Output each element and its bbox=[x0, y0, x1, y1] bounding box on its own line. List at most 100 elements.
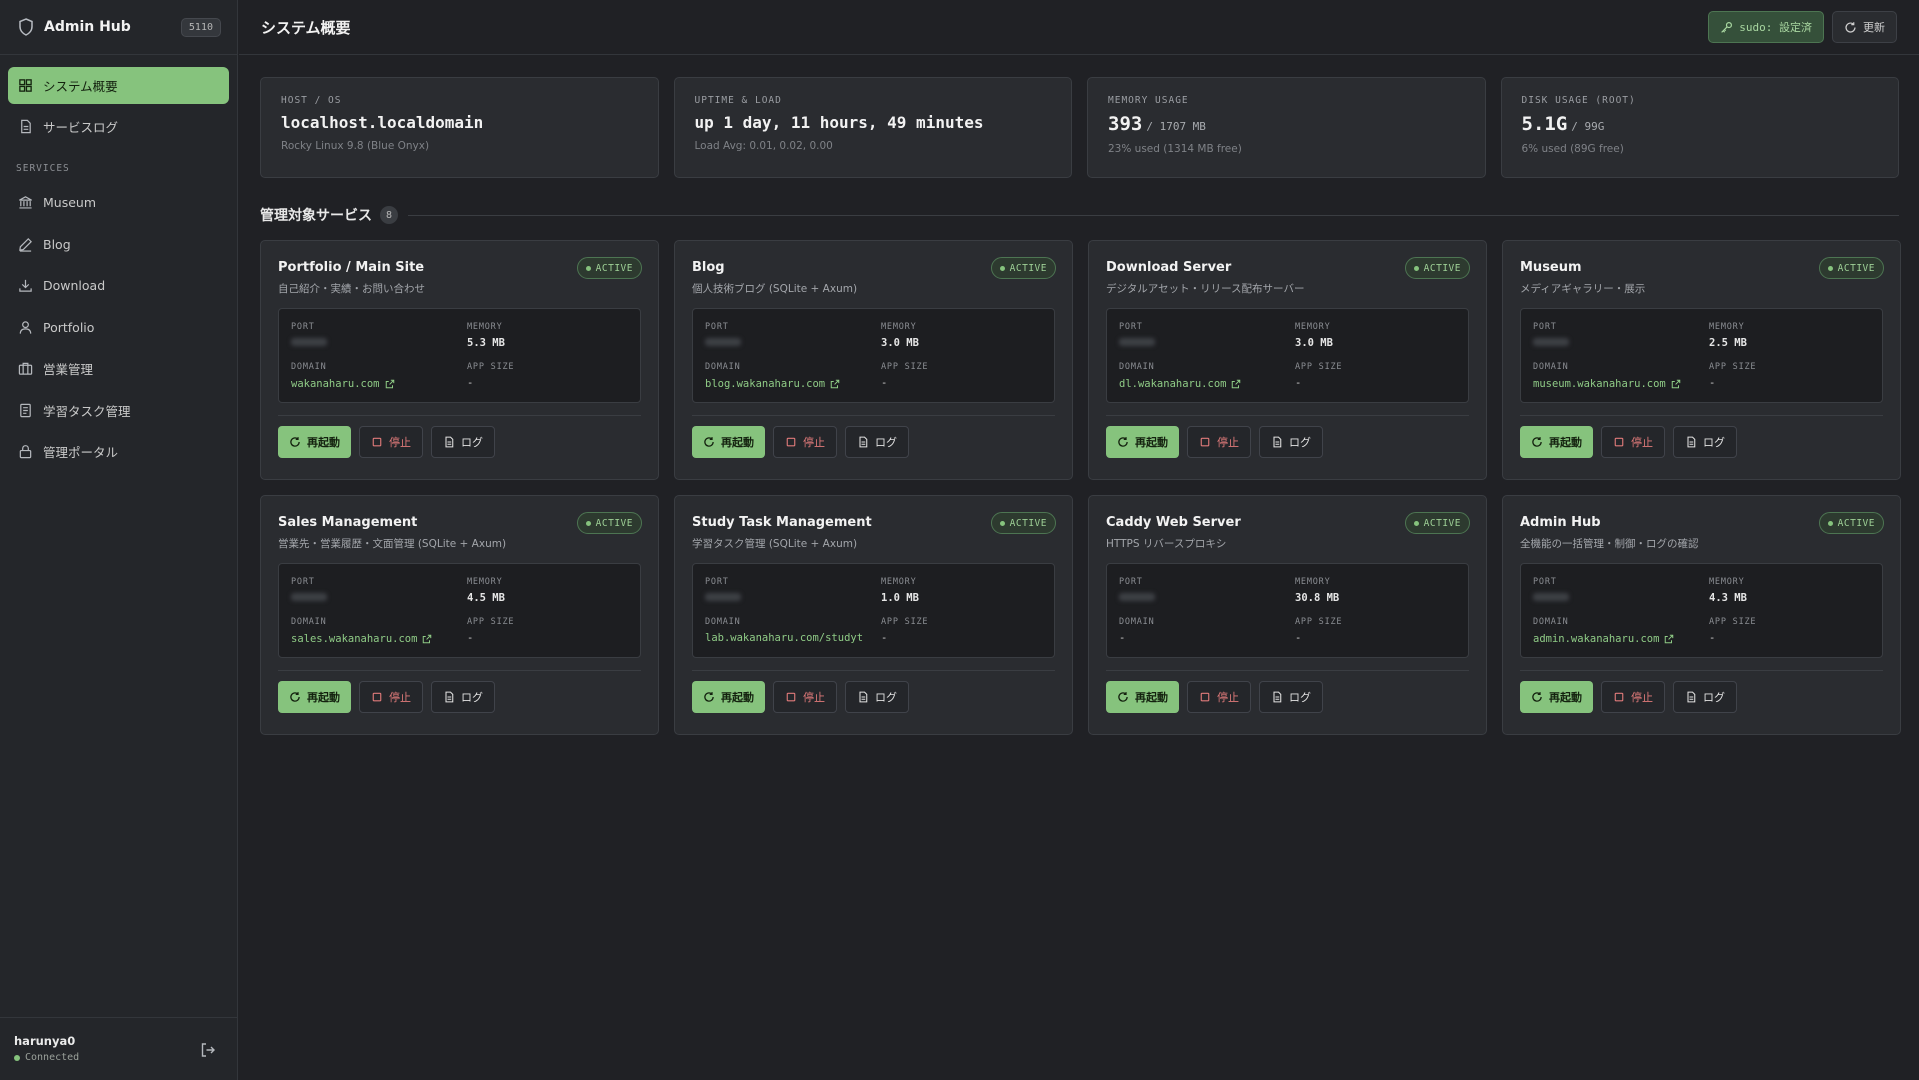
nav-item-admin-portal[interactable]: 管理ポータル bbox=[8, 431, 229, 473]
nav-item-sales[interactable]: 営業管理 bbox=[8, 348, 229, 390]
memory-cell: MEMORY 2.5 MB bbox=[1709, 322, 1870, 362]
domain-link[interactable]: dl.wakanaharu.com bbox=[1119, 377, 1295, 390]
stop-icon bbox=[372, 692, 382, 702]
card-divider bbox=[692, 670, 1055, 671]
document-icon bbox=[1273, 436, 1282, 448]
key-icon bbox=[1721, 21, 1733, 33]
download-icon bbox=[19, 280, 32, 292]
nav-item-download[interactable]: Download bbox=[8, 265, 229, 307]
stop-icon bbox=[1200, 437, 1210, 447]
domain-link[interactable]: blog.wakanaharu.com bbox=[705, 377, 881, 390]
restart-button[interactable]: 再起動 bbox=[278, 681, 351, 713]
restart-button[interactable]: 再起動 bbox=[278, 426, 351, 458]
status-dot-icon bbox=[14, 1054, 20, 1061]
domain-text: wakanaharu.com bbox=[291, 377, 380, 390]
nav-item-museum[interactable]: Museum bbox=[8, 182, 229, 224]
stop-button[interactable]: 停止 bbox=[1601, 426, 1665, 458]
log-button[interactable]: ログ bbox=[1259, 426, 1323, 458]
stop-button[interactable]: 停止 bbox=[1187, 681, 1251, 713]
redacted-port bbox=[291, 338, 327, 346]
domain-link[interactable]: wakanaharu.com bbox=[291, 377, 467, 390]
domain-label: DOMAIN bbox=[1533, 362, 1569, 372]
port-label: PORT bbox=[291, 577, 315, 587]
log-button[interactable]: ログ bbox=[1259, 681, 1323, 713]
refresh-button[interactable]: 更新 bbox=[1832, 11, 1897, 43]
restart-button[interactable]: 再起動 bbox=[1106, 426, 1179, 458]
restart-button[interactable]: 再起動 bbox=[692, 681, 765, 713]
domain-link[interactable]: lab.wakanaharu.com/studyt bbox=[705, 632, 881, 645]
domain-link[interactable]: sales.wakanaharu.com bbox=[291, 632, 467, 645]
refresh-icon bbox=[1118, 692, 1128, 702]
stop-button[interactable]: 停止 bbox=[1601, 681, 1665, 713]
stop-button[interactable]: 停止 bbox=[359, 426, 423, 458]
nav-label: サービスログ bbox=[43, 120, 119, 135]
user-name: harunya0 bbox=[14, 1034, 76, 1048]
restart-label: 再起動 bbox=[307, 691, 340, 704]
app-size-value: - bbox=[881, 377, 888, 389]
service-description: HTTPS リバースプロキシ bbox=[1106, 538, 1227, 550]
stop-icon bbox=[786, 437, 796, 447]
log-button[interactable]: ログ bbox=[431, 426, 495, 458]
log-button[interactable]: ログ bbox=[1673, 426, 1737, 458]
stop-button[interactable]: 停止 bbox=[1187, 426, 1251, 458]
log-button[interactable]: ログ bbox=[431, 681, 495, 713]
stop-button[interactable]: 停止 bbox=[773, 426, 837, 458]
status-dot-icon bbox=[585, 520, 591, 526]
app-size-cell: APP SIZE - bbox=[1709, 362, 1870, 402]
restart-button[interactable]: 再起動 bbox=[692, 426, 765, 458]
service-card-5: Study Task Management 学習タスク管理 (SQLite + … bbox=[674, 495, 1073, 735]
restart-button[interactable]: 再起動 bbox=[1106, 681, 1179, 713]
status-label: ACTIVE bbox=[1423, 262, 1461, 274]
redacted-port bbox=[291, 593, 327, 601]
card-divider bbox=[1520, 415, 1883, 416]
service-description: 営業先・営業履歴・文面管理 (SQLite + Axum) bbox=[278, 538, 507, 550]
refresh-icon bbox=[290, 692, 300, 702]
log-button[interactable]: ログ bbox=[845, 426, 909, 458]
nav-item-portfolio[interactable]: Portfolio bbox=[8, 307, 229, 349]
stop-button[interactable]: 停止 bbox=[359, 681, 423, 713]
domain-link[interactable]: museum.wakanaharu.com bbox=[1533, 377, 1709, 390]
nav-label: Download bbox=[43, 278, 106, 294]
port-badge: 5110 bbox=[180, 17, 221, 37]
document-icon bbox=[859, 436, 868, 448]
status-label: ACTIVE bbox=[1837, 262, 1875, 274]
nav-item-service-logs[interactable]: サービスログ bbox=[8, 108, 229, 145]
domain-link[interactable]: - bbox=[1119, 632, 1295, 645]
log-label: ログ bbox=[461, 691, 483, 704]
logout-icon[interactable] bbox=[200, 1042, 216, 1058]
nav-label: 営業管理 bbox=[43, 362, 94, 378]
restart-button[interactable]: 再起動 bbox=[1520, 426, 1593, 458]
museum-icon bbox=[19, 196, 32, 209]
app-size-value: - bbox=[467, 377, 474, 389]
stop-button[interactable]: 停止 bbox=[773, 681, 837, 713]
redacted-port bbox=[1533, 338, 1569, 346]
domain-link[interactable]: admin.wakanaharu.com bbox=[1533, 632, 1709, 645]
port-value bbox=[1533, 592, 1709, 605]
nav-item-system-overview[interactable]: システム概要 bbox=[8, 67, 229, 104]
status-badge: ACTIVE bbox=[576, 257, 642, 279]
nav-item-study-tasks[interactable]: 学習タスク管理 bbox=[8, 390, 229, 432]
nav-item-blog[interactable]: Blog bbox=[8, 224, 229, 266]
status-badge: ACTIVE bbox=[990, 512, 1056, 534]
app-size-cell: APP SIZE - bbox=[467, 617, 628, 657]
restart-button[interactable]: 再起動 bbox=[1520, 681, 1593, 713]
log-button[interactable]: ログ bbox=[845, 681, 909, 713]
restart-label: 再起動 bbox=[1135, 436, 1168, 449]
port-value bbox=[705, 592, 881, 605]
domain-cell: DOMAIN - bbox=[1119, 617, 1295, 657]
service-info: PORT MEMORY 2.5 MB DOMAIN museum.wakanah… bbox=[1520, 308, 1883, 403]
memory-cell: MEMORY 3.0 MB bbox=[881, 322, 1042, 362]
status-badge: ACTIVE bbox=[1818, 257, 1884, 279]
nav-label: Portfolio bbox=[43, 319, 95, 335]
port-cell: PORT bbox=[1119, 577, 1295, 617]
domain-text: sales.wakanaharu.com bbox=[291, 632, 418, 645]
sudo-button[interactable]: sudo: 設定済 bbox=[1708, 11, 1824, 43]
app-size-label: APP SIZE bbox=[881, 362, 929, 372]
redacted-port bbox=[705, 338, 741, 346]
section-title: 管理対象サービス bbox=[260, 208, 372, 224]
stat-sub: 23% used (1314 MB free) bbox=[1108, 143, 1242, 155]
log-button[interactable]: ログ bbox=[1673, 681, 1737, 713]
memory-label: MEMORY bbox=[467, 322, 503, 332]
status-dot-icon bbox=[1413, 520, 1419, 526]
memory-cell: MEMORY 5.3 MB bbox=[467, 322, 628, 362]
